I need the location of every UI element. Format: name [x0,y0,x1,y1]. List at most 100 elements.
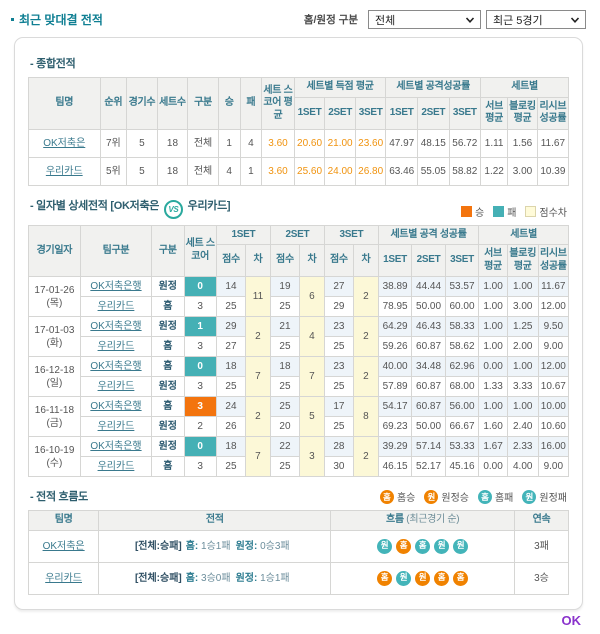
col-division: 구분 [187,77,219,130]
record-away-label: 원정: [235,540,261,552]
score-avg-cell: 21.00 [324,128,356,158]
summary-cell: 5 [126,156,158,186]
game-day: (화) [46,337,63,349]
record-home-value: 3승0패 [201,572,231,584]
summary-cell: 전체 [187,128,219,158]
record-cell: [전체:승패] 홈: 1승1패 원정: 0승3패 [98,529,332,563]
set-score-point-cell: 18 [215,356,247,377]
game-row-second: 우리카드 원정 3 25 25 25 57.89 60.87 68.00 1.33 3.33 10.6… [29,376,570,397]
attack-rate-cell: 46.15 [377,456,413,477]
attack-rate-cell: 47.97 [385,128,418,158]
team-link[interactable]: OK저축은행 [90,441,141,452]
set-score-avg-cell: 3.60 [261,156,295,186]
summary-cell: 5 [126,128,158,158]
team-link[interactable]: OK저축은행 [90,321,141,332]
attack-rate-cell: 46.43 [411,316,446,337]
stat-cell: 1.25 [506,316,539,337]
team-link[interactable]: OK저축은행 [90,401,141,412]
col-setwise-group: 세트별 [478,224,569,245]
attack-rate-cell: 60.87 [411,376,446,397]
daily-legend: 승 패 점수차 [452,204,567,219]
flow-table-body: OK저축은 [전체:승패] 홈: 1승1패 원정: 0승3패 원 홈 홈 원 원 3패 우리카드 [전… [27,529,570,595]
game-day: (수) [46,457,63,469]
flow-legend: 홈 홈승 원 원정승 홈 홈패 원 원정패 [371,489,567,504]
legend-label: 점수차 [539,207,567,219]
summary-cell: 1.22 [480,156,509,186]
legend-item: 원 원정패 [522,489,567,504]
division-cell: 홈 [151,456,185,477]
game-date-cell: 17-01-03 (화) [28,316,81,357]
team-link[interactable]: OK저축은행 [90,361,141,372]
col-rank: 순위 [99,77,128,130]
stat-cell: 1.00 [506,276,539,297]
team-cell: 우리카드 [79,336,153,357]
team-link[interactable]: 우리카드 [98,421,135,432]
set-score-cell: 2 [183,416,217,437]
stat-cell: 1.00 [478,396,508,417]
loss-circle-icon: 원 [377,538,393,554]
team-link[interactable]: 우리카드 [98,341,135,352]
team-link[interactable]: 우리카드 [98,301,135,312]
attack-rate-cell: 59.26 [377,336,413,357]
set-score-point-cell: 25 [269,336,301,357]
score-diff-cell: 2 [353,276,379,317]
set-score-cell: 3 [183,336,217,357]
game-row-second: 우리카드 홈 3 25 25 30 46.15 52.17 45.16 0.00 4.00 9.00 [29,456,570,477]
summary-cell: 4 [217,156,241,186]
attack-rate-cell: 48.15 [416,128,450,158]
team-cell: 우리카드 [28,156,101,186]
summary-section-head: - 종합전적 [30,55,567,71]
team-link[interactable]: OK저축은 [43,541,85,552]
set-score-point-cell: 19 [269,276,301,297]
set-score-point-cell: 26 [215,416,247,437]
diff-legend-icon [525,205,537,217]
team-link[interactable]: 우리카드 [46,166,83,177]
streak-cell: 3패 [513,529,570,563]
team-link[interactable]: OK저축은행 [90,281,141,292]
streak-cell: 3승 [513,561,570,595]
set-score-point-cell: 25 [215,296,247,317]
game-date-cell: 17-01-26 (목) [28,276,81,317]
attack-rate-cell: 58.33 [444,316,480,337]
team-link[interactable]: 우리카드 [98,381,135,392]
team-link[interactable]: OK저축은 [43,138,85,149]
col-record: 전적 [98,510,332,531]
team-link[interactable]: 우리카드 [45,573,82,584]
col-team-division: 팀구분 [79,224,153,277]
col-attack-2set: 2SET [411,244,446,277]
record-total: [전체:승패] [134,572,182,584]
legend-item: 패 [493,204,516,219]
team-cell: 우리카드 [79,296,153,317]
ok-link[interactable]: OK [0,613,582,628]
summary-cell: 1.11 [480,128,509,158]
set-score-cell: 3 [183,396,217,417]
filter-controls: 홈/원정 구분 전체 최근 5경기 [304,10,586,29]
legend-item: 점수차 [525,204,567,219]
attack-rate-cell: 57.89 [377,376,413,397]
col-games: 경기수 [126,77,158,130]
division-cell: 원정 [151,376,185,397]
stat-cell: 1.00 [478,296,508,317]
game-day: (금) [46,417,63,429]
score-avg-cell: 24.00 [324,156,356,186]
col-set-score-avg: 세트 스코어 평균 [261,77,295,130]
team-cell: 우리카드 [79,456,153,477]
set-score-point-cell: 23 [323,316,355,337]
recent-games-select[interactable]: 최근 5경기 [486,10,586,29]
score-diff-cell: 2 [353,436,379,477]
set-score-cell: 1 [183,316,217,337]
col-block-avg: 블로킹 평균 [507,96,538,130]
score-diff-cell: 3 [299,436,325,477]
set-score-point-cell: 23 [323,356,355,377]
summary-cell: 1 [239,156,263,186]
team-cell: OK저축은행 [79,436,153,457]
win-legend-icon [460,205,472,217]
home-away-select[interactable]: 전체 [368,10,481,29]
col-attack-3set: 3SET [448,96,482,130]
game-row-second: 우리카드 홈 3 25 25 29 78.95 50.00 60.00 1.00 3.00 12.00 [29,296,570,317]
attack-rate-cell: 69.23 [377,416,413,437]
set-score-point-cell: 18 [215,436,247,457]
team-link[interactable]: 우리카드 [98,461,135,472]
page-title: 최근 맞대결 전적 [8,11,103,28]
legend-item: 승 [460,204,484,219]
